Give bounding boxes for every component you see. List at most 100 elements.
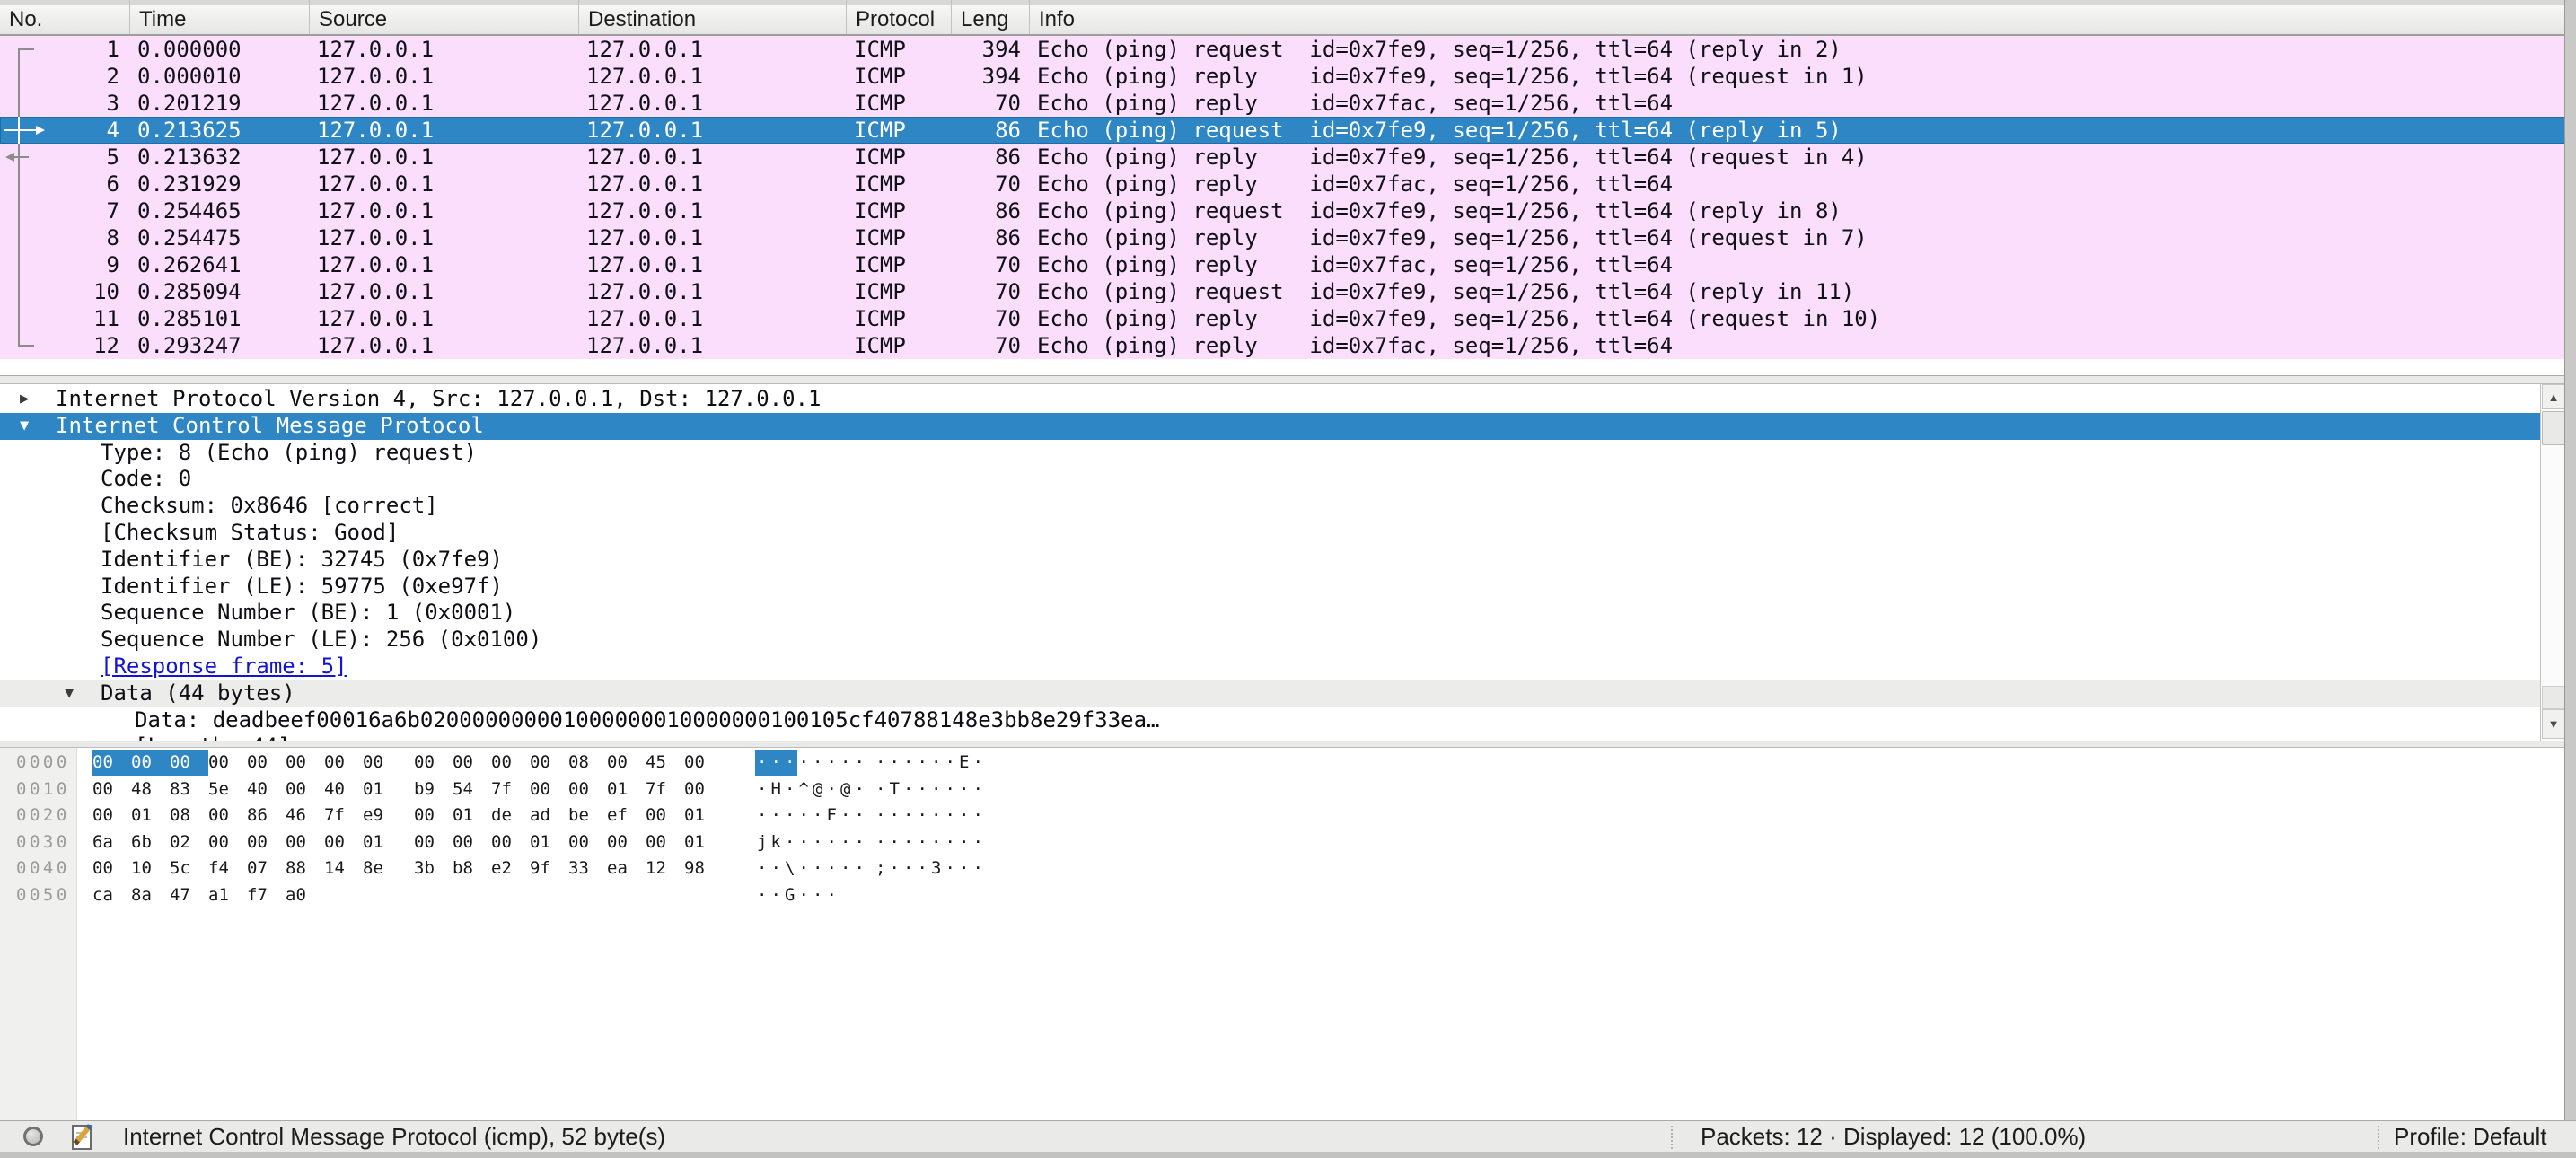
hex-byte[interactable]: 14 xyxy=(324,855,363,882)
expand-arrow-icon[interactable]: ▼ xyxy=(65,680,74,707)
hex-byte[interactable]: 00 xyxy=(646,829,684,856)
hex-byte[interactable]: 01 xyxy=(363,829,401,856)
hex-byte[interactable]: e2 xyxy=(491,855,530,882)
hex-byte[interactable]: 00 xyxy=(684,776,723,803)
hex-ascii-char[interactable]: · xyxy=(755,803,769,829)
hex-byte[interactable]: 8a xyxy=(131,882,170,909)
hex-ascii-char[interactable]: · xyxy=(769,803,784,829)
hex-byte[interactable]: 5c xyxy=(170,855,208,882)
hex-byte[interactable]: 00 xyxy=(208,803,247,829)
hex-ascii-char[interactable]: · xyxy=(811,750,825,776)
hex-ascii-char[interactable]: · xyxy=(901,829,916,856)
hex-ascii-char[interactable]: · xyxy=(797,803,812,829)
scroll-down-button[interactable]: ▼ xyxy=(2542,709,2565,739)
hex-ascii-char[interactable]: · xyxy=(957,855,971,882)
hex-ascii-char[interactable]: · xyxy=(839,855,853,882)
hex-ascii-char[interactable]: · xyxy=(944,776,958,803)
hex-ascii-char[interactable]: · xyxy=(797,750,812,776)
hex-byte[interactable]: 00 xyxy=(414,803,453,829)
hex-ascii-char[interactable]: · xyxy=(901,803,916,829)
hex-ascii-char[interactable]: · xyxy=(783,750,797,776)
detail-row-5[interactable]: [Checksum Status: Good] xyxy=(0,520,2540,547)
hex-ascii-char[interactable]: · xyxy=(825,750,840,776)
hex-byte[interactable]: 00 xyxy=(646,803,684,829)
detail-row-1[interactable]: ▼Internet Control Message Protocol xyxy=(0,413,2540,440)
hex-ascii-char[interactable]: · xyxy=(916,829,930,856)
hex-byte[interactable]: 00 xyxy=(530,750,568,776)
detail-row-10[interactable]: [Response frame: 5] xyxy=(0,654,2540,680)
hex-ascii-char[interactable]: · xyxy=(769,750,784,776)
statusbar-separator[interactable] xyxy=(1671,1126,1673,1149)
hex-ascii-char[interactable]: · xyxy=(853,829,867,856)
hex-byte[interactable]: b8 xyxy=(453,855,491,882)
hex-ascii-char[interactable]: · xyxy=(853,750,867,776)
hex-byte[interactable]: 83 xyxy=(170,776,208,803)
hex-byte[interactable]: ca xyxy=(92,882,131,909)
hex-ascii-char[interactable]: · xyxy=(944,855,958,882)
hex-ascii-char[interactable]: · xyxy=(957,803,971,829)
details-hex-splitter[interactable] xyxy=(0,741,2565,748)
hex-ascii-char[interactable]: · xyxy=(888,829,902,856)
hex-byte[interactable]: 00 xyxy=(414,829,453,856)
hex-ascii-char[interactable]: · xyxy=(797,829,812,856)
hex-ascii-char[interactable]: · xyxy=(874,829,888,856)
hex-ascii-char[interactable]: · xyxy=(755,776,769,803)
hex-byte[interactable]: 01 xyxy=(684,803,723,829)
hex-byte[interactable]: 46 xyxy=(286,803,324,829)
hex-byte[interactable]: 7f xyxy=(646,776,684,803)
hex-ascii-char[interactable]: · xyxy=(825,776,840,803)
hex-byte[interactable]: ad xyxy=(530,803,568,829)
hex-ascii-char[interactable]: · xyxy=(797,855,812,882)
hex-byte[interactable]: 48 xyxy=(131,776,170,803)
hex-ascii-char[interactable]: · xyxy=(769,882,784,909)
detail-row-13[interactable]: [Length: 44] xyxy=(0,733,2540,741)
hex-byte[interactable]: 00 xyxy=(247,829,286,856)
hex-row-0010[interactable]: 00100048835e40004001b9547f0000017f00·H·^… xyxy=(0,776,2565,803)
hex-ascii-char[interactable]: · xyxy=(901,776,916,803)
detail-row-9[interactable]: Sequence Number (LE): 256 (0x0100) xyxy=(0,627,2540,654)
capture-comment-icon[interactable] xyxy=(72,1125,92,1150)
hex-row-0050[interactable]: 0050ca8a47a1f7a0··G··· xyxy=(0,882,2565,909)
hex-ascii-char[interactable]: · xyxy=(944,750,958,776)
hex-ascii-char[interactable]: · xyxy=(971,855,986,882)
hex-byte[interactable]: 00 xyxy=(92,776,131,803)
hex-byte[interactable]: 9f xyxy=(530,855,568,882)
hex-byte[interactable]: 00 xyxy=(453,829,491,856)
hex-ascii-char[interactable]: G xyxy=(783,882,797,909)
hex-ascii-char[interactable]: · xyxy=(811,882,825,909)
hex-byte[interactable]: 00 xyxy=(568,776,607,803)
hex-ascii-char[interactable]: · xyxy=(853,855,867,882)
hex-byte[interactable]: 00 xyxy=(247,750,286,776)
hex-ascii-char[interactable]: · xyxy=(971,803,986,829)
scrollbar-thumb[interactable] xyxy=(2542,411,2565,445)
hex-byte[interactable]: 45 xyxy=(646,750,684,776)
hex-ascii-char[interactable]: · xyxy=(888,803,902,829)
hex-byte[interactable]: 02 xyxy=(170,829,208,856)
packetlist-details-splitter[interactable] xyxy=(0,375,2565,384)
hex-byte[interactable]: 12 xyxy=(646,855,684,882)
hex-byte[interactable]: 00 xyxy=(286,750,324,776)
hex-byte[interactable]: 33 xyxy=(568,855,607,882)
hex-ascii-char[interactable]: · xyxy=(755,882,769,909)
hex-ascii-char[interactable]: · xyxy=(916,855,930,882)
hex-ascii-char[interactable]: · xyxy=(825,882,840,909)
hex-ascii-char[interactable]: ^ xyxy=(797,776,812,803)
hex-ascii-char[interactable]: F xyxy=(825,803,840,829)
hex-ascii-char[interactable]: · xyxy=(825,829,840,856)
hex-byte[interactable]: 40 xyxy=(324,776,363,803)
hex-row-0020[interactable]: 00200001080086467fe90001deadbeef0001····… xyxy=(0,803,2565,829)
packet-row-11[interactable]: 110.285101127.0.0.1127.0.0.1ICMP70Echo (… xyxy=(0,305,2565,332)
packet-row-1[interactable]: 10.000000127.0.0.1127.0.0.1ICMP394Echo (… xyxy=(0,36,2565,63)
hex-ascii-char[interactable]: · xyxy=(901,855,916,882)
hex-byte[interactable]: e9 xyxy=(363,803,401,829)
hex-ascii-char[interactable]: · xyxy=(971,776,986,803)
hex-ascii-char[interactable]: · xyxy=(811,829,825,856)
statusbar-separator[interactable] xyxy=(2378,1126,2379,1149)
hex-ascii-char[interactable]: · xyxy=(971,829,986,856)
detail-row-3[interactable]: Code: 0 xyxy=(0,466,2540,493)
hex-ascii-char[interactable]: · xyxy=(797,882,812,909)
hex-byte[interactable]: 00 xyxy=(92,855,131,882)
hex-byte[interactable]: 00 xyxy=(530,776,568,803)
hex-byte[interactable]: 47 xyxy=(170,882,208,909)
hex-byte[interactable]: 00 xyxy=(286,776,324,803)
